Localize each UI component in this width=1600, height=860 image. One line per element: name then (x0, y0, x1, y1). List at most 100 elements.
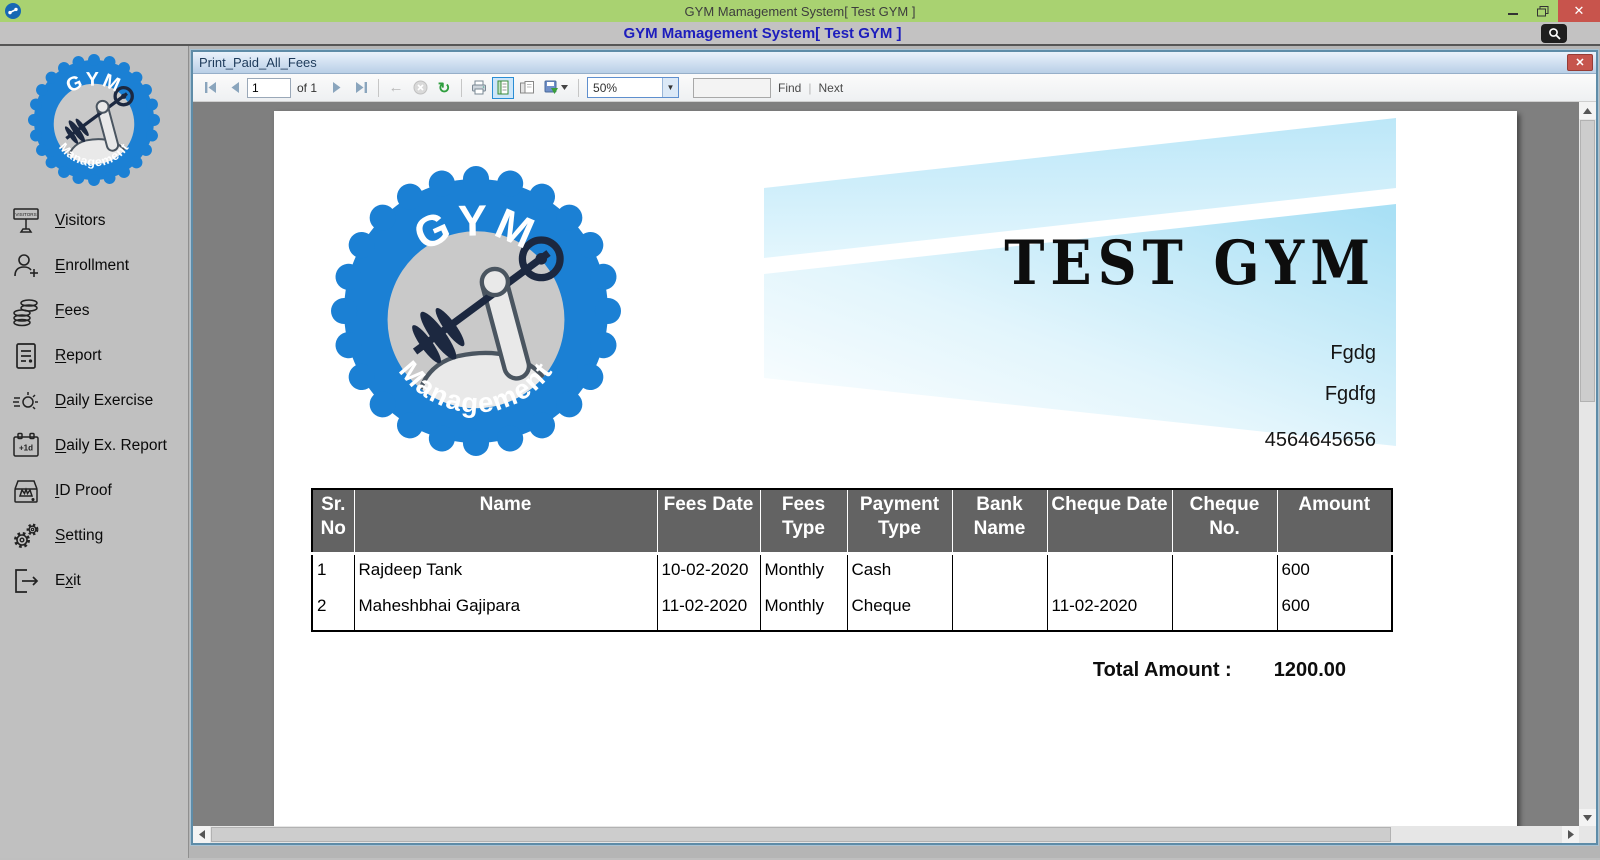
report-window-title: Print_Paid_All_Fees (199, 55, 317, 70)
find-input[interactable] (693, 77, 772, 98)
zoom-combobox[interactable]: 50% ▼ (587, 77, 680, 98)
fees-column-header: Sr. No (311, 489, 355, 555)
sidebar-item-id-proof[interactable]: ID Proof (0, 468, 188, 513)
next-page-button[interactable] (326, 77, 348, 99)
export-button[interactable] (540, 77, 572, 99)
scroll-up-icon[interactable] (1579, 102, 1596, 119)
fees-table-cell (1046, 553, 1172, 591)
horizontal-scroll-thumb[interactable] (211, 827, 1391, 842)
previous-page-button[interactable] (224, 77, 246, 99)
fees-table-row: 1 Rajdeep Tank 10-02-2020 Monthly Cash 600 (312, 553, 1392, 591)
sidebar-item-setting[interactable]: Setting (0, 513, 188, 558)
id-proof-icon (14, 479, 38, 503)
fees-column-header: Bank Name (951, 489, 1048, 555)
fees-table-cell: 2 (317, 596, 327, 615)
search-icon[interactable] (1541, 24, 1567, 43)
print-layout-button[interactable] (492, 76, 515, 99)
fees-table-cell: 1 (317, 559, 327, 579)
back-button[interactable]: ← (385, 77, 407, 99)
fees-column-header: Payment Type (846, 489, 953, 555)
report-icon (16, 342, 36, 369)
sidebar-item-label: Exit (55, 571, 81, 589)
print-button[interactable] (468, 77, 490, 99)
page-setup-button[interactable] (516, 77, 538, 99)
enrollment-icon (14, 253, 38, 277)
zoom-value: 50% (593, 80, 618, 95)
daily-ex-report-icon: +1d (13, 432, 39, 457)
fees-table-cell (951, 591, 1047, 631)
sidebar-item-daily-exercise[interactable]: Daily Exercise (0, 378, 188, 423)
zoom-dropdown-icon[interactable]: ▼ (662, 78, 679, 97)
app-titlebar: GYM Mamagement System[ Test GYM ] ✕ (0, 0, 1600, 22)
sidebar-item-label: Fees (55, 301, 90, 319)
gym-logo (331, 166, 621, 456)
fees-column-header: Name (353, 489, 658, 555)
fees-table-row: 2 Maheshbhai Gajipara 11-02-2020 Monthly Che… (312, 591, 1392, 631)
fees-column-header: Cheque No. (1171, 489, 1278, 555)
scroll-right-icon[interactable] (1562, 826, 1579, 843)
svg-text:+1d: +1d (19, 443, 33, 452)
fees-icon (13, 298, 38, 326)
app-title: GYM Mamagement System[ Test GYM ] (684, 3, 916, 19)
vertical-scroll-thumb[interactable] (1580, 120, 1595, 402)
sidebar-item-daily-ex-report[interactable]: +1d Daily Ex. Report (0, 423, 188, 468)
fees-table-cell: 600 (1276, 553, 1392, 591)
find-button[interactable]: Find (778, 81, 801, 95)
total-amount-row: Total Amount : 1200.00 (311, 659, 1391, 682)
gym-address-line1: Fgdg (1330, 342, 1376, 364)
fees-column-header: Cheque Date (1046, 489, 1173, 555)
sidebar: VISITORS Visitors Enrollment Fees Report… (0, 46, 188, 858)
scroll-down-icon[interactable] (1579, 809, 1596, 826)
fees-table-cell: Monthly (759, 591, 847, 631)
sidebar-item-label: Setting (55, 526, 104, 544)
stop-button[interactable] (409, 77, 431, 99)
close-button[interactable]: ✕ (1558, 0, 1600, 22)
sidebar-item-visitors[interactable]: VISITORS Visitors (0, 198, 188, 243)
gym-logo (28, 54, 160, 186)
sidebar-item-enrollment[interactable]: Enrollment (0, 243, 188, 288)
sidebar-item-fees[interactable]: Fees (0, 288, 188, 333)
sidebar-item-label: Report (55, 346, 102, 364)
vertical-scrollbar[interactable] (1579, 102, 1596, 826)
setting-icon (14, 523, 39, 548)
minimize-button[interactable] (1498, 0, 1528, 22)
horizontal-scrollbar[interactable] (193, 826, 1596, 843)
restore-button[interactable] (1528, 0, 1558, 22)
refresh-button[interactable]: ↻ (433, 77, 455, 99)
gym-address-line2: Fgdfg (1324, 383, 1376, 405)
report-close-icon[interactable]: ✕ (1567, 54, 1593, 71)
fees-column-header: Fees Date (656, 489, 761, 555)
fees-table-cell: Cash (846, 553, 952, 591)
scroll-left-icon[interactable] (193, 826, 210, 843)
header-title: GYM Mamagement System[ Test GYM ] (623, 24, 902, 42)
fees-table-cell: Maheshbhai Gajipara (353, 591, 657, 631)
find-next-button[interactable]: Next (818, 81, 843, 95)
sidebar-item-label: Daily Ex. Report (55, 436, 167, 454)
report-toolbar: of 1 ← ↻ (193, 74, 1596, 102)
header-bar: GYM Mamagement System[ Test GYM ] (0, 22, 1600, 46)
report-page: TEST GYM Fgdg Fgdfg 4564645656 Sr. NoNa (274, 111, 1517, 826)
sidebar-item-label: Visitors (55, 211, 106, 229)
first-page-button[interactable] (200, 77, 222, 99)
svg-text:VISITORS: VISITORS (15, 212, 36, 217)
fees-table-cell (1171, 553, 1277, 591)
gym-name: TEST GYM (1004, 227, 1376, 299)
fees-table-cell: Rajdeep Tank (353, 553, 657, 591)
report-window: Print_Paid_All_Fees ✕ of 1 (191, 50, 1598, 845)
app-icon (5, 3, 21, 19)
sidebar-item-label: Daily Exercise (55, 391, 154, 409)
total-amount-label: Total Amount : (1092, 659, 1232, 681)
mdi-area: Print_Paid_All_Fees ✕ of 1 (188, 46, 1600, 858)
page-number-input[interactable] (247, 77, 291, 98)
fees-header-row: Sr. No Name Fees Date Fees Type Payment Type… (311, 489, 1393, 555)
fees-table-cell: 600 (1276, 591, 1392, 631)
report-window-titlebar[interactable]: Print_Paid_All_Fees ✕ (193, 52, 1596, 74)
fees-table-cell: Monthly (759, 553, 847, 591)
fees-table-cell: Cheque (846, 591, 952, 631)
page-count-label: of 1 (297, 80, 318, 95)
last-page-button[interactable] (350, 77, 372, 99)
sidebar-item-exit[interactable]: Exit (0, 558, 188, 603)
visitors-icon: VISITORS (13, 207, 39, 233)
gym-phone: 4564645656 (1264, 429, 1376, 451)
sidebar-item-report[interactable]: Report (0, 333, 188, 378)
